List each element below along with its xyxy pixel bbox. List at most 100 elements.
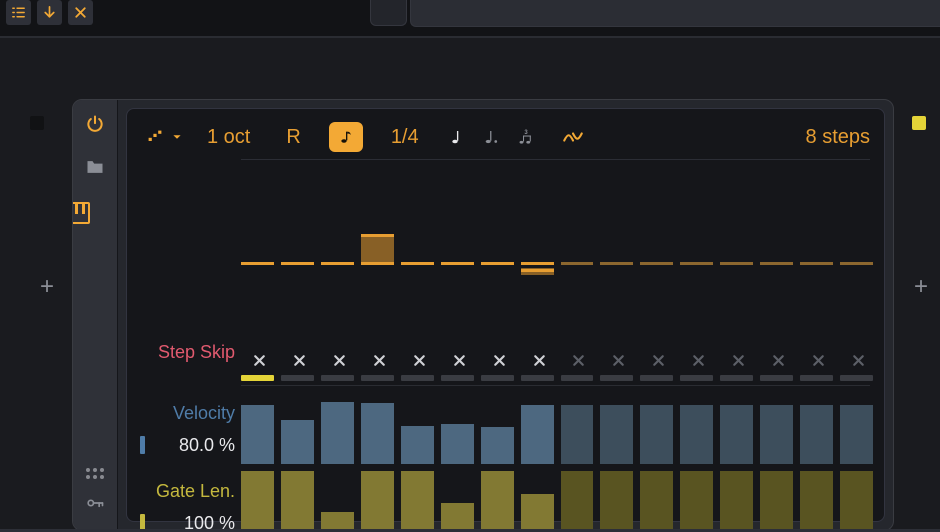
- step-select-indicator[interactable]: [441, 375, 474, 381]
- step-select-indicator[interactable]: [800, 375, 833, 381]
- velocity-step-bar[interactable]: [281, 420, 314, 464]
- toolbar-down-button[interactable]: [37, 0, 62, 25]
- power-button[interactable]: [85, 114, 105, 139]
- step-select-indicator[interactable]: [521, 375, 554, 381]
- gate-step-bar[interactable]: [680, 471, 713, 529]
- velocity-step-bar[interactable]: [680, 405, 713, 464]
- octave-step-baseline[interactable]: [361, 262, 394, 265]
- octave-step-baseline[interactable]: [840, 262, 873, 265]
- velocity-step-bar[interactable]: [720, 405, 753, 464]
- octave-step-baseline[interactable]: [800, 262, 833, 265]
- velocity-step-bar[interactable]: [640, 405, 673, 464]
- toolbar-close-button[interactable]: [68, 0, 93, 25]
- velocity-step-bar[interactable]: [561, 405, 594, 464]
- octave-step-baseline[interactable]: [720, 262, 753, 265]
- step-select-indicator[interactable]: [760, 375, 793, 381]
- step-skip-toggle[interactable]: [561, 344, 598, 376]
- octave-step-baseline[interactable]: [521, 262, 554, 265]
- velocity-step-bar[interactable]: [441, 424, 474, 464]
- octave-step-baseline[interactable]: [401, 262, 434, 265]
- step-select-indicator[interactable]: [281, 375, 314, 381]
- step-select-indicator[interactable]: [720, 375, 753, 381]
- toolbar-list-button[interactable]: [6, 0, 31, 25]
- timing-triplet-icon[interactable]: 3: [515, 126, 537, 148]
- step-select-indicator[interactable]: [321, 375, 354, 381]
- step-skip-toggle[interactable]: [441, 344, 478, 376]
- velocity-step-bar[interactable]: [321, 402, 354, 464]
- step-select-indicator[interactable]: [361, 375, 394, 381]
- step-select-indicator[interactable]: [481, 375, 514, 381]
- gate-row[interactable]: [241, 467, 870, 529]
- step-select-indicator[interactable]: [680, 375, 713, 381]
- step-select-indicator[interactable]: [840, 375, 873, 381]
- velocity-step-bar[interactable]: [760, 405, 793, 464]
- step-skip-toggle[interactable]: [840, 344, 877, 376]
- step-skip-toggle[interactable]: [401, 344, 438, 376]
- velocity-step-bar[interactable]: [521, 405, 554, 464]
- gate-step-bar[interactable]: [840, 471, 873, 529]
- octave-step-bar[interactable]: [361, 234, 394, 262]
- drag-handle-icon[interactable]: [86, 468, 104, 479]
- repeat-button[interactable]: R: [268, 126, 318, 149]
- step-skip-toggle[interactable]: [481, 344, 518, 376]
- octave-step-baseline[interactable]: [241, 262, 274, 265]
- velocity-step-bar[interactable]: [241, 405, 274, 464]
- step-select-indicator[interactable]: [600, 375, 633, 381]
- octave-step-baseline[interactable]: [481, 262, 514, 265]
- octave-step-baseline[interactable]: [680, 262, 713, 265]
- step-select-indicator[interactable]: [241, 375, 274, 381]
- octave-step-baseline[interactable]: [281, 262, 314, 265]
- preset-folder-button[interactable]: [85, 157, 105, 182]
- octave-step-baseline[interactable]: [321, 262, 354, 265]
- gate-step-bar[interactable]: [481, 471, 514, 529]
- step-skip-toggle[interactable]: [241, 344, 278, 376]
- velocity-row[interactable]: [241, 385, 870, 464]
- steps-value[interactable]: 8 steps: [806, 126, 870, 149]
- step-skip-toggle[interactable]: [640, 344, 677, 376]
- gate-step-bar[interactable]: [361, 471, 394, 529]
- key-lock-icon[interactable]: [85, 493, 105, 518]
- gate-step-bar[interactable]: [600, 471, 633, 529]
- step-skip-toggle[interactable]: [361, 344, 398, 376]
- gate-step-bar[interactable]: [800, 471, 833, 529]
- octave-step-baseline[interactable]: [600, 262, 633, 265]
- add-device-right-button[interactable]: +: [910, 276, 932, 298]
- gate-step-bar[interactable]: [281, 471, 314, 529]
- velocity-step-bar[interactable]: [840, 405, 873, 464]
- step-skip-toggle[interactable]: [321, 344, 358, 376]
- add-device-left-button[interactable]: +: [36, 276, 58, 298]
- gate-step-bar[interactable]: [401, 471, 434, 529]
- step-skip-toggle[interactable]: [800, 344, 837, 376]
- gate-step-bar[interactable]: [640, 471, 673, 529]
- timing-straight-icon[interactable]: [447, 126, 469, 148]
- step-skip-toggle[interactable]: [600, 344, 637, 376]
- octave-step-baseline[interactable]: [760, 262, 793, 265]
- velocity-step-bar[interactable]: [361, 403, 394, 464]
- velocity-step-bar[interactable]: [600, 405, 633, 464]
- shuffle-icon[interactable]: [547, 130, 599, 144]
- gate-step-bar[interactable]: [441, 503, 474, 529]
- step-skip-toggle[interactable]: [281, 344, 318, 376]
- step-select-indicator[interactable]: [561, 375, 594, 381]
- timing-dotted-icon[interactable]: [481, 126, 503, 148]
- gate-step-bar[interactable]: [521, 494, 554, 529]
- gate-step-bar[interactable]: [720, 471, 753, 529]
- gate-step-bar[interactable]: [321, 512, 354, 529]
- step-skip-toggle[interactable]: [680, 344, 717, 376]
- note-length-button[interactable]: [329, 122, 363, 152]
- velocity-step-bar[interactable]: [401, 426, 434, 464]
- gate-step-bar[interactable]: [561, 471, 594, 529]
- octave-track[interactable]: [241, 223, 870, 307]
- gate-step-bar[interactable]: [760, 471, 793, 529]
- pattern-mode-menu[interactable]: [141, 127, 189, 147]
- rate-value[interactable]: 1/4: [373, 126, 437, 149]
- velocity-step-bar[interactable]: [800, 405, 833, 464]
- octave-step-baseline[interactable]: [640, 262, 673, 265]
- step-skip-toggle[interactable]: [521, 344, 558, 376]
- octaves-value[interactable]: 1 oct: [189, 126, 268, 149]
- octave-step-baseline[interactable]: [441, 262, 474, 265]
- step-select-indicator[interactable]: [640, 375, 673, 381]
- step-select-indicator[interactable]: [401, 375, 434, 381]
- velocity-step-bar[interactable]: [481, 427, 514, 464]
- gate-step-bar[interactable]: [241, 471, 274, 529]
